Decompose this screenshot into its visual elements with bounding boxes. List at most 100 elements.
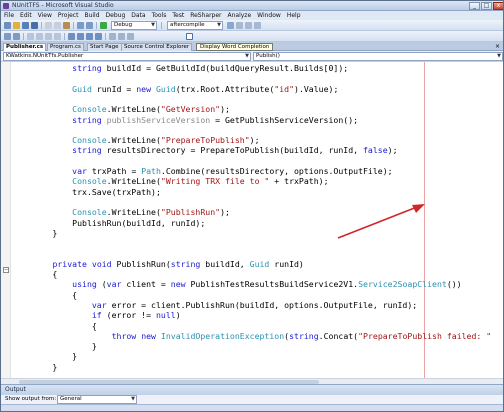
find-combo[interactable]: aftercompile ▼	[167, 21, 223, 30]
word-completion-icon[interactable]	[186, 33, 193, 40]
code-token: Guid	[249, 258, 270, 269]
toolbar-separator	[64, 33, 65, 40]
pending-changes-icon[interactable]	[13, 33, 20, 40]
type-select-value: KWatkins.NUnitTfs.Publisher	[6, 53, 84, 59]
menu-analyze[interactable]: Analyze	[225, 11, 255, 20]
previous-bookmark-icon[interactable]	[77, 33, 84, 40]
code-token: (error !=	[101, 310, 156, 321]
tab-start-page[interactable]: Start Page	[87, 43, 122, 51]
close-tab-icon[interactable]: ×	[495, 43, 500, 50]
code-token: );	[220, 104, 230, 115]
menu-help[interactable]: Help	[284, 11, 304, 20]
save-icon[interactable]	[22, 22, 29, 29]
code-token: runId)	[269, 258, 304, 269]
output-source-select[interactable]: General ▼	[57, 395, 137, 404]
menu-resharper[interactable]: ReSharper	[187, 11, 224, 20]
maximize-button[interactable]: □	[481, 2, 492, 10]
menu-window[interactable]: Window	[254, 11, 284, 20]
code-token: ())	[446, 279, 462, 290]
code-token: runId =	[91, 83, 137, 94]
menu-data[interactable]: Data	[128, 11, 148, 20]
outdent-icon[interactable]	[36, 33, 43, 40]
member-select[interactable]: Publish() ▼	[253, 52, 503, 61]
toolbar-separator	[41, 22, 42, 29]
code-token: new	[141, 330, 156, 341]
toolbar-separator	[161, 22, 162, 29]
code-token: Path	[141, 166, 161, 176]
next-bookmark-icon[interactable]	[86, 33, 93, 40]
code-token: private	[52, 258, 87, 269]
cut-icon[interactable]	[45, 22, 52, 29]
code-token: ).Value);	[294, 83, 339, 94]
properties-icon[interactable]	[245, 22, 252, 29]
collapse-toggle-icon[interactable]: −	[3, 267, 9, 273]
find-in-files-icon[interactable]	[227, 22, 234, 29]
chevron-down-icon: ▼	[217, 22, 221, 28]
menu-test[interactable]: Test	[169, 11, 187, 20]
comment-icon[interactable]	[45, 33, 52, 40]
bookmark-icon[interactable]	[68, 33, 75, 40]
menu-file[interactable]: File	[1, 11, 17, 20]
code-token: {	[13, 320, 97, 331]
code-token: Console	[72, 207, 107, 218]
code-token: string	[289, 330, 319, 341]
tfs-icon[interactable]	[4, 33, 11, 40]
close-button[interactable]: x	[493, 2, 503, 10]
show-output-label: Show output from:	[5, 396, 57, 402]
code-token: }	[13, 361, 58, 372]
code-token: resultsDirectory = PrepareToPublish(buil…	[101, 145, 363, 156]
code-token: client =	[121, 279, 171, 290]
redo-icon[interactable]	[86, 22, 93, 29]
uncomment-icon[interactable]	[54, 33, 61, 40]
copy-icon[interactable]	[54, 22, 61, 29]
code-token: publishServiceVersion	[106, 114, 211, 125]
toolbox-icon[interactable]	[254, 22, 261, 29]
quick-info-icon[interactable]	[127, 33, 134, 40]
code-token: error = client.PublishRun(buildId, optio…	[106, 299, 418, 310]
code-token: .Combine(resultsDirectory, options.Outpu…	[160, 166, 393, 176]
new-project-icon[interactable]	[4, 22, 11, 29]
paste-icon[interactable]	[63, 22, 70, 29]
type-select[interactable]: KWatkins.NUnitTfs.Publisher ▼	[3, 52, 251, 61]
tab-program-cs[interactable]: Program.cs	[47, 43, 84, 51]
tab-source-control-explorer[interactable]: Source Control Explorer	[121, 43, 193, 51]
find-combo-value: aftercompile	[170, 22, 205, 28]
code-token: }	[13, 341, 97, 352]
toolbar-separator	[105, 33, 106, 40]
menu-tools[interactable]: Tools	[149, 11, 170, 20]
open-file-icon[interactable]	[13, 22, 20, 29]
toolbar-separator	[96, 22, 97, 29]
code-token: (	[96, 279, 107, 290]
solution-explorer-icon[interactable]	[236, 22, 243, 29]
menu-project[interactable]: Project	[55, 11, 82, 20]
code-token: .WriteLine(	[106, 135, 161, 146]
parameter-info-icon[interactable]	[118, 33, 125, 40]
tab-publisher-cs[interactable]: Publisher.cs	[3, 43, 47, 51]
menu-view[interactable]: View	[35, 11, 55, 20]
start-debugging-icon[interactable]	[100, 22, 107, 29]
indent-icon[interactable]	[27, 33, 34, 40]
minimize-button[interactable]: _	[469, 2, 480, 10]
solution-configuration-select[interactable]: Debug ▼	[111, 21, 157, 30]
visual-studio-window: NUnitTFS - Microsoft Visual Studio _ □ x…	[0, 0, 504, 412]
code-token: string	[72, 114, 102, 125]
menu-debug[interactable]: Debug	[103, 11, 129, 20]
title-bar: NUnitTFS - Microsoft Visual Studio _ □ x	[1, 1, 503, 11]
list-members-icon[interactable]	[109, 33, 116, 40]
save-all-icon[interactable]	[31, 22, 38, 29]
menu-build[interactable]: Build	[81, 11, 102, 20]
menu-edit[interactable]: Edit	[17, 11, 35, 20]
code-editor[interactable]: − string buildId = GetBuildId(buildQuery…	[1, 62, 503, 378]
undo-icon[interactable]	[77, 22, 84, 29]
code-token: Console	[72, 104, 107, 115]
code-line: string publishServiceVersion = GetPublis…	[13, 115, 358, 126]
chevron-down-icon: ▼	[151, 22, 155, 28]
clear-bookmarks-icon[interactable]	[95, 33, 102, 40]
code-token: string	[72, 145, 102, 156]
